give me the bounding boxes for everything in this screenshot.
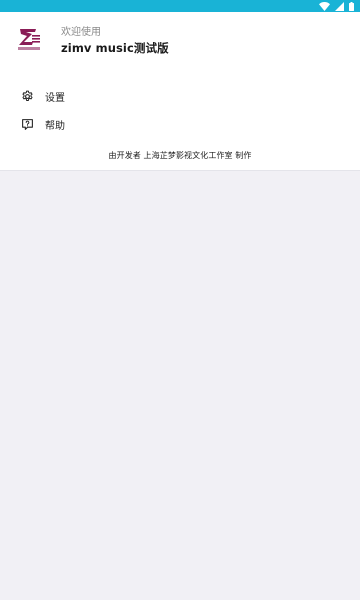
- drawer-header: 欢迎使用 zimv music测试版: [0, 12, 360, 62]
- menu-item-help[interactable]: 帮助: [0, 110, 360, 138]
- app-title: zimv music测试版: [61, 41, 169, 55]
- status-bar: [0, 0, 360, 12]
- battery-icon: [349, 1, 354, 11]
- app-logo-icon[interactable]: [14, 26, 44, 56]
- menu-item-settings[interactable]: 设置: [0, 82, 360, 110]
- gear-icon: [20, 89, 34, 103]
- menu-item-settings-label: 设置: [45, 92, 65, 104]
- welcome-text: 欢迎使用: [61, 27, 101, 38]
- content-area: [0, 171, 360, 600]
- wifi-icon: [319, 1, 330, 11]
- developer-credit: 由开发者 上海芷梦影视文化工作室 制作: [108, 151, 252, 160]
- navigation-drawer: 欢迎使用 zimv music测试版 设置 帮助 由开发者 上海芷梦影视文化工作…: [0, 12, 360, 171]
- help-icon: [20, 117, 34, 131]
- signal-icon: [335, 1, 344, 11]
- menu-item-help-label: 帮助: [45, 120, 65, 132]
- status-icons: [319, 1, 354, 11]
- drawer-menu: 设置 帮助: [0, 82, 360, 138]
